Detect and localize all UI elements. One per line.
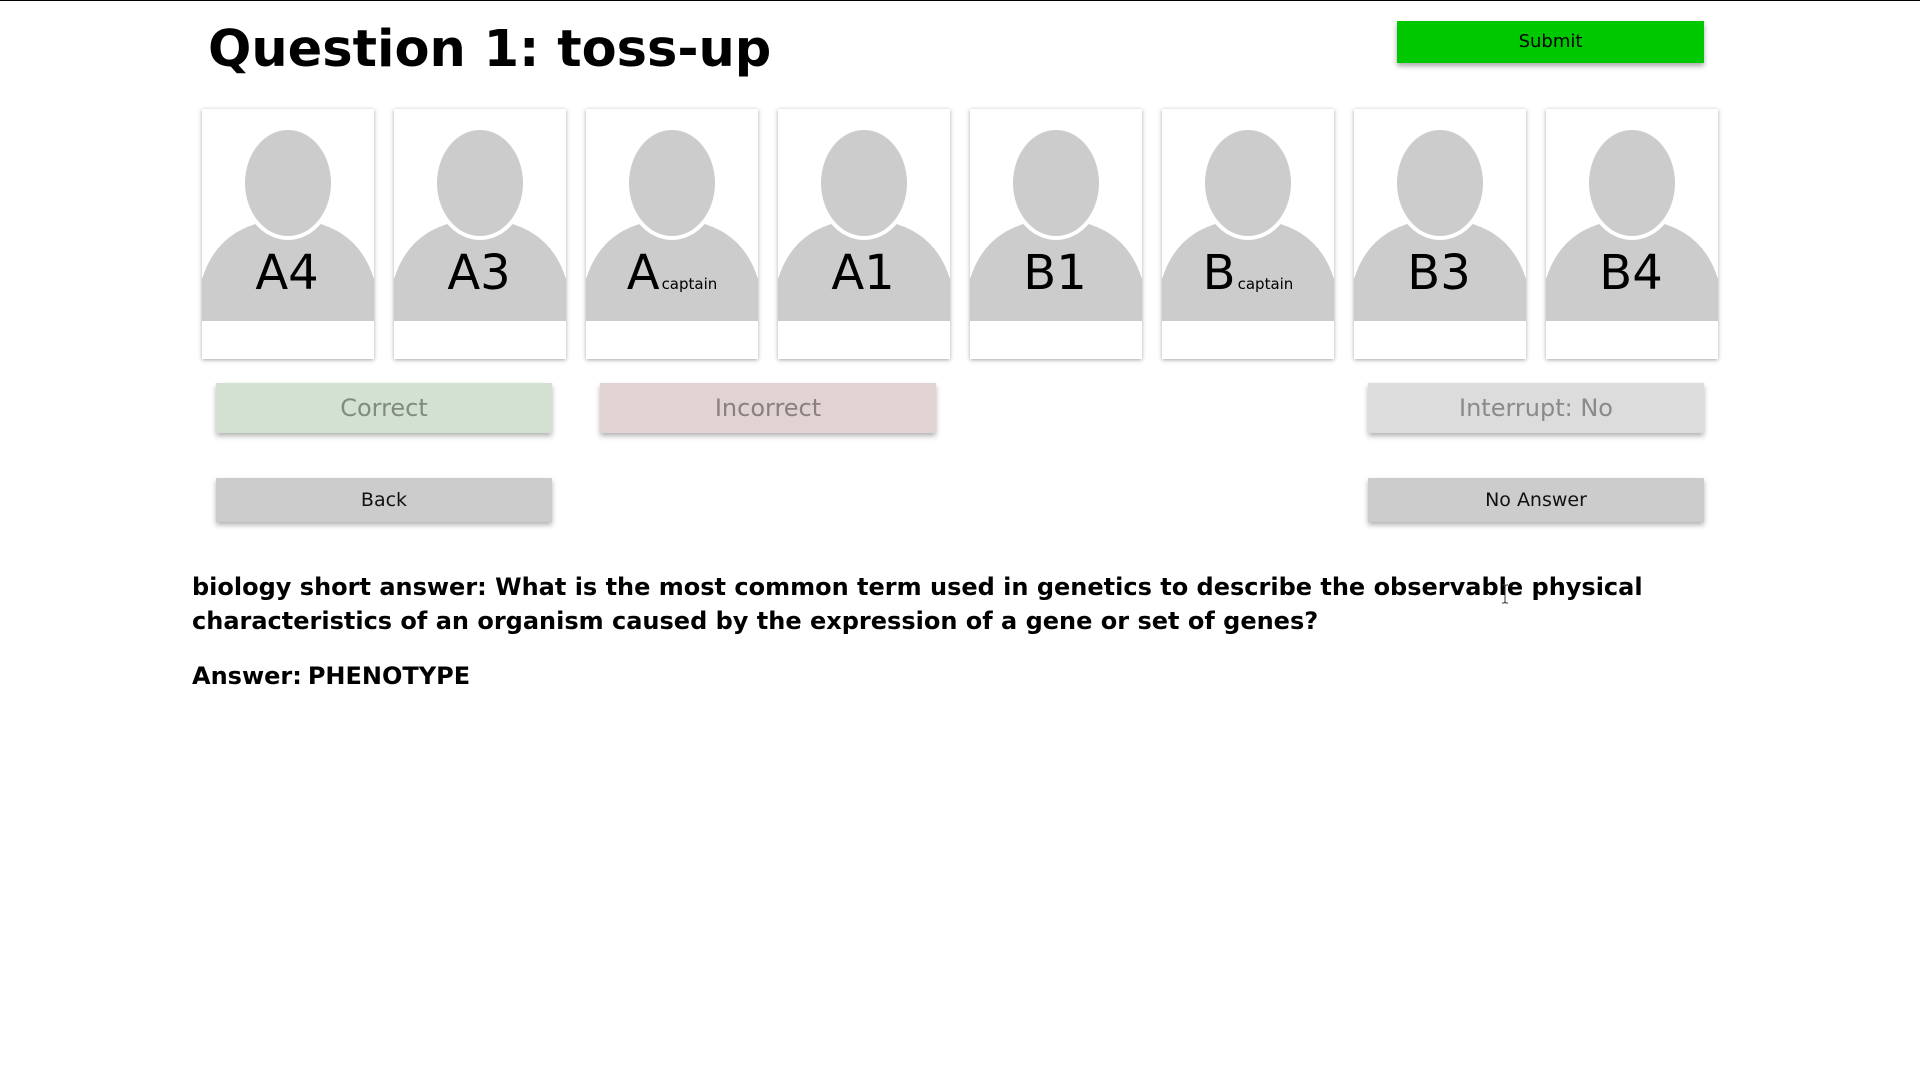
- player-label-main: B3: [1407, 245, 1471, 301]
- player-label-main: B4: [1599, 245, 1663, 301]
- player-label: B1: [970, 245, 1142, 312]
- player-label-main: B1: [1023, 245, 1087, 301]
- back-button[interactable]: Back: [216, 478, 552, 522]
- answer-prefix: Answer:: [192, 662, 302, 690]
- player-card-a1[interactable]: A1: [778, 109, 950, 359]
- player-card-b3[interactable]: B3: [1354, 109, 1526, 359]
- submit-button[interactable]: Submit: [1397, 21, 1704, 63]
- text-cursor-icon: [1502, 584, 1508, 604]
- player-label: A3: [394, 245, 566, 312]
- player-card-b1[interactable]: B1: [970, 109, 1142, 359]
- top-border: [0, 0, 1920, 1]
- player-card-b4[interactable]: B4: [1546, 109, 1718, 359]
- player-card-a3[interactable]: A3: [394, 109, 566, 359]
- player-card-b-captain[interactable]: Bcaptain: [1162, 109, 1334, 359]
- correct-button[interactable]: Correct: [216, 383, 552, 433]
- player-card-a4[interactable]: A4: [202, 109, 374, 359]
- player-label: Acaptain: [586, 245, 758, 312]
- player-label-sub: captain: [1237, 275, 1294, 293]
- player-label-sub: captain: [661, 275, 718, 293]
- no-answer-button[interactable]: No Answer: [1368, 478, 1704, 522]
- player-card-a-captain[interactable]: Acaptain: [586, 109, 758, 359]
- player-label-main: A3: [447, 245, 511, 301]
- player-label: A4: [202, 245, 374, 312]
- player-label-main: A4: [255, 245, 319, 301]
- answer-value: PHENOTYPE: [307, 662, 471, 690]
- incorrect-button[interactable]: Incorrect: [600, 383, 936, 433]
- player-label: Bcaptain: [1162, 245, 1334, 312]
- interrupt-toggle-button[interactable]: Interrupt: No: [1368, 383, 1704, 433]
- player-label: B3: [1354, 245, 1526, 312]
- player-label-main: A: [626, 245, 660, 301]
- player-label: A1: [778, 245, 950, 312]
- player-label: B4: [1546, 245, 1718, 312]
- player-label-main: B: [1202, 245, 1236, 301]
- answer-line: Answer: PHENOTYPE: [192, 659, 470, 693]
- player-label-main: A1: [831, 245, 895, 301]
- question-text: biology short answer: What is the most c…: [192, 573, 1643, 635]
- page-title: Question 1: toss-up: [208, 20, 772, 79]
